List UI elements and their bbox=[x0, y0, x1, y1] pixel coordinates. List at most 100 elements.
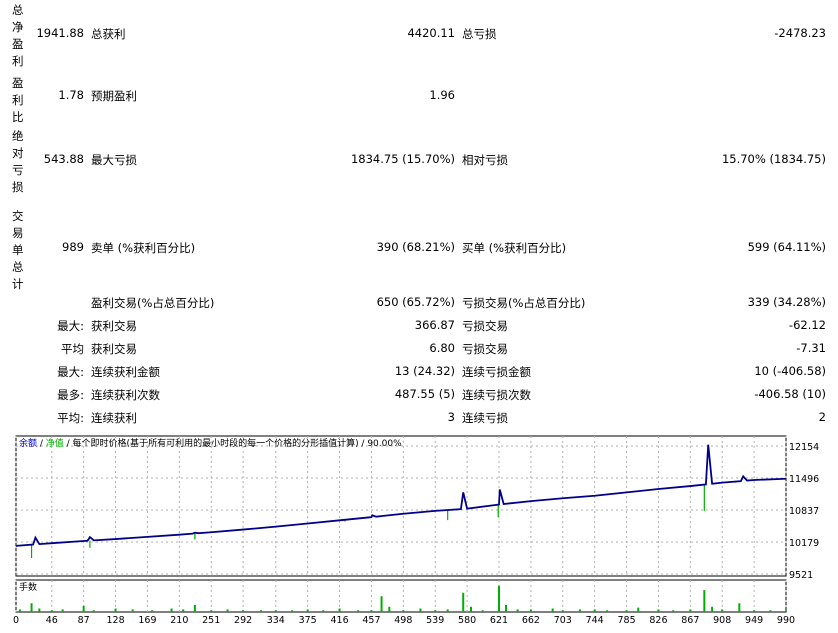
volume-bar bbox=[769, 610, 772, 612]
volume-bar bbox=[82, 605, 85, 612]
stat-value-2: 366.87 bbox=[414, 318, 455, 332]
x-tick-label: 621 bbox=[490, 615, 508, 626]
row-label: 总净盈利 bbox=[12, 3, 24, 68]
stat-label-3: 连续亏损金额 bbox=[462, 365, 531, 379]
volume-bar bbox=[498, 585, 500, 612]
chart-header: 余额 / 净值 / 每个即时价格(基于所有可利用的最小时段的每一个价格的分形插值… bbox=[19, 437, 402, 449]
volume-bar bbox=[92, 610, 95, 612]
y-tick-label: 11496 bbox=[789, 474, 819, 485]
stat-label-2: 获利交易 bbox=[91, 342, 137, 356]
stat-label-3: 连续亏损次数 bbox=[462, 388, 531, 402]
chart-header-balance: 余额 bbox=[19, 437, 37, 449]
row-value-1: 1.78 bbox=[58, 88, 84, 102]
x-tick-label: 0 bbox=[13, 615, 19, 626]
row-value-3: 599 (64.11%) bbox=[747, 240, 826, 254]
stat-label-2: 连续获利次数 bbox=[91, 388, 160, 402]
volume-bar bbox=[274, 610, 277, 612]
x-tick-label: 498 bbox=[394, 615, 412, 626]
x-tick-label: 949 bbox=[745, 615, 763, 626]
volume-bar bbox=[689, 609, 692, 612]
chart-header-equity: 净值 bbox=[46, 437, 64, 449]
volume-bar bbox=[481, 610, 484, 612]
stat-label-3: 亏损交易 bbox=[462, 319, 508, 333]
volume-bar bbox=[462, 592, 465, 612]
volume-bar bbox=[529, 609, 532, 612]
row-label-3: 总亏损 bbox=[462, 27, 497, 41]
volume-bar bbox=[182, 609, 185, 612]
stat-value-3: 10 (-406.58) bbox=[754, 364, 826, 378]
x-tick-label: 826 bbox=[649, 615, 667, 626]
volume-bar bbox=[210, 610, 213, 612]
x-tick-label: 785 bbox=[617, 615, 635, 626]
volume-bar bbox=[151, 610, 154, 612]
x-tick-label: 375 bbox=[299, 615, 317, 626]
stat-value-3: -406.58 (10) bbox=[754, 387, 826, 401]
stat-label-2: 盈利交易(%占总百分比) bbox=[91, 296, 215, 310]
row-value-2: 390 (68.21%) bbox=[376, 240, 455, 254]
row-label: 绝对亏损 bbox=[12, 129, 24, 194]
row-label-2: 最大亏损 bbox=[91, 153, 137, 167]
volume-bar bbox=[18, 609, 21, 612]
y-tick-label: 10837 bbox=[789, 506, 819, 517]
row-label-2: 总获利 bbox=[91, 27, 126, 41]
stat-key: 最多: bbox=[57, 388, 84, 402]
volume-bar bbox=[370, 610, 373, 612]
x-tick-label: 210 bbox=[170, 615, 188, 626]
x-tick-label: 292 bbox=[234, 615, 252, 626]
volume-bar bbox=[131, 609, 134, 612]
x-tick-label: 169 bbox=[138, 615, 156, 626]
stat-value-2: 6.80 bbox=[429, 341, 455, 355]
volume-bar bbox=[672, 610, 675, 612]
row-label-2: 卖单 (%获利百分比) bbox=[91, 241, 196, 255]
row-value-1: 543.88 bbox=[43, 152, 84, 166]
volume-bar bbox=[30, 603, 33, 612]
volume-bar bbox=[338, 608, 341, 612]
stat-key: 最大: bbox=[57, 365, 84, 379]
volume-bar bbox=[505, 605, 507, 612]
x-tick-label: 416 bbox=[330, 615, 348, 626]
chart-frame bbox=[15, 435, 787, 577]
stat-label-2: 获利交易 bbox=[91, 319, 137, 333]
stat-key: 最大: bbox=[57, 319, 84, 333]
volume-bar bbox=[561, 610, 564, 612]
stat-value-3: 2 bbox=[818, 410, 826, 424]
volume-bar bbox=[242, 610, 245, 612]
x-tick-label: 457 bbox=[362, 615, 380, 626]
volume-label: 手数 bbox=[19, 581, 37, 593]
row-value-2: 1.96 bbox=[429, 88, 455, 102]
volume-bar bbox=[388, 606, 391, 612]
stat-value-2: 3 bbox=[447, 410, 455, 424]
stat-value-2: 487.55 (5) bbox=[394, 387, 455, 401]
stat-label-3: 亏损交易(%占总百分比) bbox=[462, 296, 586, 310]
volume-bar bbox=[606, 610, 609, 612]
x-tick-label: 539 bbox=[426, 615, 444, 626]
row-label: 盈利比 bbox=[12, 76, 24, 124]
stat-value-3: -62.12 bbox=[788, 318, 826, 332]
volume-bar bbox=[380, 596, 383, 612]
y-tick-label: 9521 bbox=[789, 570, 813, 581]
volume-bar bbox=[260, 610, 262, 612]
volume-bar bbox=[114, 608, 117, 612]
row-value-3: 15.70% (1834.75) bbox=[721, 152, 826, 166]
volume-bar bbox=[38, 608, 41, 612]
volume-bar bbox=[637, 607, 640, 612]
row-value-2: 1834.75 (15.70%) bbox=[350, 152, 455, 166]
volume-bar bbox=[703, 590, 706, 612]
volume-bar bbox=[306, 609, 309, 612]
stat-value-2: 650 (65.72%) bbox=[376, 295, 455, 309]
row-label-3: 买单 (%获利百分比) bbox=[462, 241, 567, 255]
volume-bar bbox=[785, 610, 787, 612]
row-label: 交易单总计 bbox=[12, 209, 24, 291]
stat-value-2: 13 (24.32) bbox=[394, 364, 455, 378]
row-label-3: 相对亏损 bbox=[462, 153, 508, 167]
chart-svg: 12154 11496 10837 10179 9521 0 46 87 128 169 210 25… bbox=[13, 435, 819, 626]
x-tick-label: 703 bbox=[554, 615, 572, 626]
volume-bar bbox=[402, 610, 405, 612]
x-tick-label: 251 bbox=[202, 615, 220, 626]
volume-bar bbox=[738, 603, 741, 612]
x-tick-label: 128 bbox=[106, 615, 124, 626]
balance-chart: 12154 11496 10837 10179 9521 0 46 87 128 169 210 25… bbox=[13, 434, 831, 628]
stat-value-3: -7.31 bbox=[796, 341, 826, 355]
stat-label-2: 连续获利 bbox=[91, 411, 137, 425]
volume-bar bbox=[753, 610, 756, 612]
